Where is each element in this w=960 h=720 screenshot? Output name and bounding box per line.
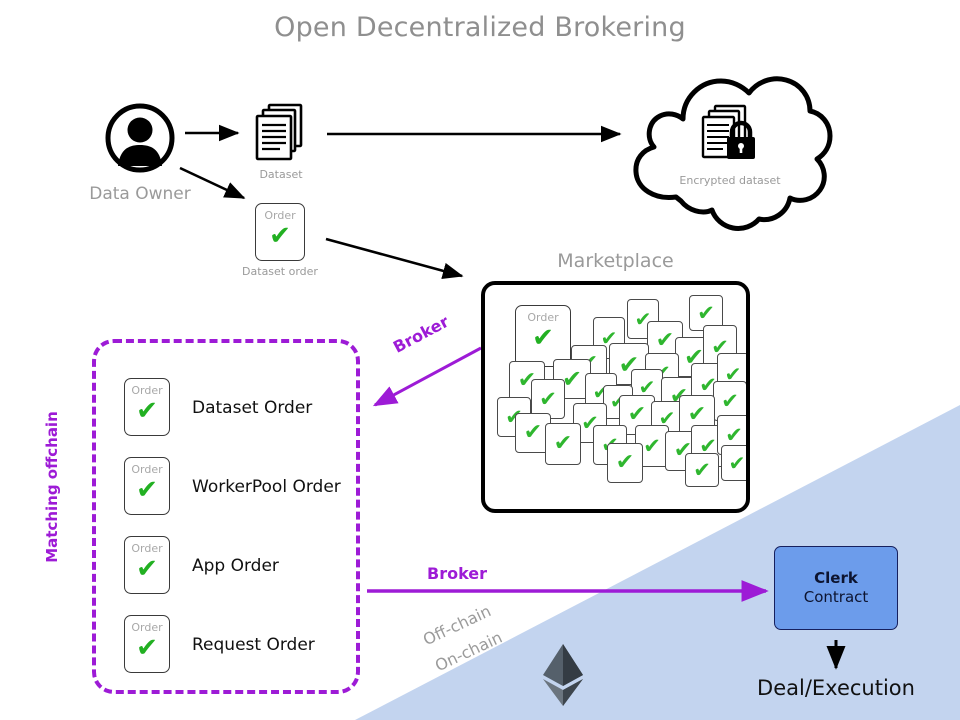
matching-offchain-label: Matching offchain	[43, 411, 61, 563]
marketplace-order-scatter: ✔✔✔✔✔✔✔✔✔✔✔✔✔✔✔✔✔✔✔✔✔✔✔✔✔✔✔✔✔✔✔✔✔✔	[485, 285, 746, 509]
check-icon: ✔	[553, 431, 573, 456]
check-icon: ✔	[721, 388, 739, 413]
order-row-label: WorkerPool Order	[192, 477, 341, 497]
order-card: Order ✔	[124, 457, 170, 515]
check-icon: ✔	[539, 386, 557, 411]
check-icon: ✔	[269, 221, 291, 251]
deal-execution-label: Deal/Execution	[757, 676, 915, 700]
check-icon: ✔	[615, 450, 635, 475]
check-icon: ✔	[655, 328, 675, 353]
dataset-icon	[253, 102, 309, 164]
check-icon: ✔	[728, 451, 746, 475]
encrypted-dataset-label: Encrypted dataset	[679, 174, 781, 187]
check-icon: ✔	[136, 396, 158, 426]
check-icon: ✔	[693, 457, 711, 482]
order-card-label: Order	[264, 209, 296, 222]
check-icon: ✔	[697, 300, 715, 325]
clerk-contract-line2: Contract	[803, 588, 869, 606]
data-owner-label: Data Owner	[89, 184, 191, 204]
broker-straight-label: Broker	[427, 564, 488, 583]
order-row-label: Request Order	[192, 635, 315, 655]
check-icon: ✔	[725, 422, 743, 447]
check-icon: ✔	[523, 420, 543, 445]
order-card-label: Order	[131, 463, 163, 476]
marketplace-order-card: ✔	[721, 445, 746, 481]
clerk-contract-line1: Clerk	[814, 569, 858, 588]
dataset-order-card: Order ✔	[255, 203, 305, 261]
marketplace-box: Order ✔ ✔✔✔✔✔✔✔✔✔✔✔✔✔✔✔✔✔✔✔✔✔✔✔✔✔✔✔✔✔✔✔✔…	[481, 281, 750, 513]
encrypted-dataset-icon	[698, 104, 764, 168]
ethereum-diamond-icon	[541, 644, 585, 706]
broker-diagonal-label: Broker	[390, 311, 452, 357]
marketplace-order-card: ✔	[685, 453, 719, 487]
check-icon: ✔	[643, 433, 661, 458]
check-icon: ✔	[136, 475, 158, 505]
marketplace-title: Marketplace	[557, 250, 674, 272]
clerk-contract-box[interactable]: Clerk Contract	[774, 546, 898, 630]
check-icon: ✔	[136, 554, 158, 584]
order-row-label: App Order	[192, 556, 279, 576]
check-icon: ✔	[638, 375, 656, 399]
order-card-label: Order	[131, 384, 163, 397]
order-card: Order ✔	[124, 615, 170, 673]
order-card: Order ✔	[124, 378, 170, 436]
order-card-label: Order	[131, 542, 163, 555]
order-card-label: Order	[131, 621, 163, 634]
diagram-canvas: Open Decentralized Brokering Data Owner	[0, 0, 960, 720]
order-card: Order ✔	[124, 536, 170, 594]
dataset-label: Dataset	[259, 168, 303, 181]
check-icon: ✔	[687, 402, 707, 427]
marketplace-order-card: ✔	[607, 443, 643, 483]
order-row-label: Dataset Order	[192, 398, 313, 418]
check-icon: ✔	[136, 633, 158, 663]
marketplace-order-card: ✔	[545, 423, 581, 465]
dataset-order-label: Dataset order	[242, 265, 318, 278]
data-owner-avatar	[105, 103, 175, 173]
page-title: Open Decentralized Brokering	[274, 12, 686, 43]
check-icon: ✔	[627, 402, 647, 427]
